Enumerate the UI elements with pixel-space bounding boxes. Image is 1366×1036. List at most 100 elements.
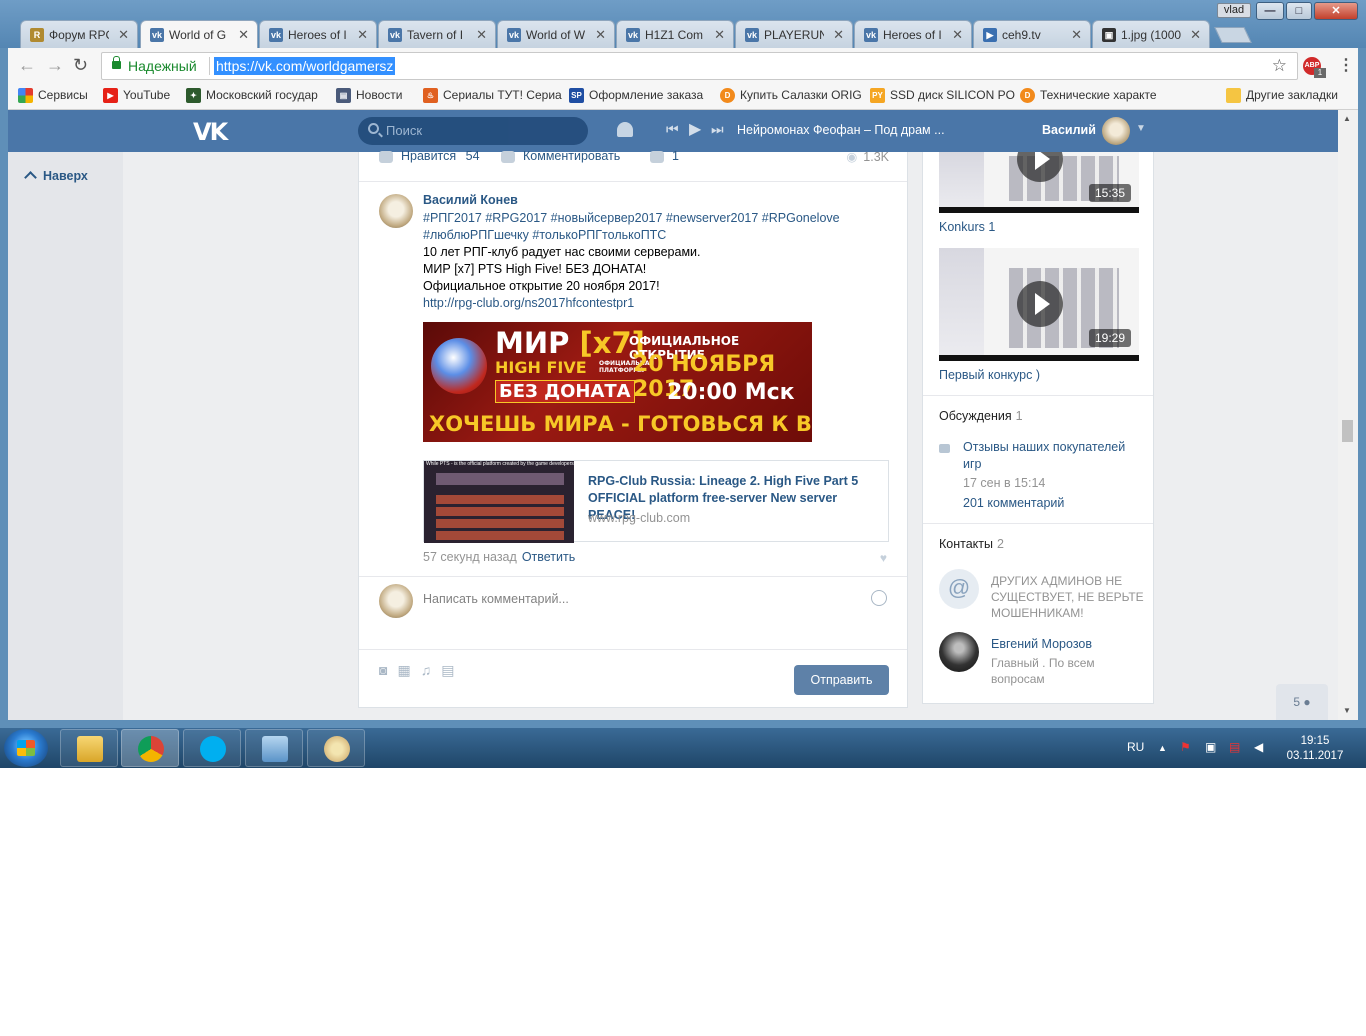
url-text[interactable]: https://vk.com/worldgamersz	[214, 57, 396, 75]
bookmark-6[interactable]: D Купить Салазки ORIG	[720, 88, 862, 103]
discussion-comments[interactable]: 201 комментарий	[963, 496, 1064, 510]
avatar[interactable]	[1102, 117, 1130, 145]
now-playing[interactable]: Нейромонах Феофан – Под драм ...	[737, 123, 945, 137]
profile-badge[interactable]: vlad	[1217, 3, 1251, 18]
link-preview-card[interactable]: While PTS - is the official platform cre…	[423, 460, 889, 543]
close-icon[interactable]: ✕	[238, 27, 249, 43]
smile-icon[interactable]	[871, 590, 887, 606]
tab-3[interactable]: vk Tavern of I ✕	[378, 20, 496, 48]
share-button[interactable]: 1	[650, 149, 679, 163]
avatar[interactable]	[939, 632, 979, 672]
tab-2[interactable]: vk Heroes of I ✕	[259, 20, 377, 48]
comment-input[interactable]: Написать комментарий...	[423, 592, 569, 606]
send-button[interactable]: Отправить	[794, 665, 889, 695]
maximize-button[interactable]: □	[1286, 2, 1312, 20]
video-thumbnail[interactable]: 19:29	[939, 248, 1139, 361]
bookmark-1[interactable]: ▶ YouTube	[103, 88, 170, 103]
forward-icon[interactable]: →	[46, 55, 64, 76]
tab-8[interactable]: ▶ ceh9.tv ✕	[973, 20, 1091, 48]
chevron-down-icon[interactable]: ▼	[1136, 123, 1146, 134]
network-icon[interactable]: ▤	[1229, 740, 1240, 754]
previous-icon[interactable]: ⏮	[666, 121, 679, 138]
promo-banner-image[interactable]: МИР [x7] HIGH FIVE ОФИЦИАЛЬНАЯ ПЛАТФОРМА…	[423, 322, 812, 442]
close-button[interactable]: ✕	[1314, 2, 1358, 20]
video-icon[interactable]: ▦	[397, 662, 420, 678]
tab-0[interactable]: R Форум RPG- ✕	[20, 20, 138, 48]
close-icon[interactable]: ✕	[952, 27, 963, 43]
like-button[interactable]: Нравится 54	[379, 149, 480, 163]
tab-7[interactable]: vk Heroes of I ✕	[854, 20, 972, 48]
scroll-up-icon[interactable]: ▲	[1343, 114, 1351, 123]
bookmark-3[interactable]: ▤ Новости	[336, 88, 402, 103]
tab-6[interactable]: vk PLAYERUN ✕	[735, 20, 853, 48]
video-thumbnail[interactable]: 15:35	[939, 152, 1139, 213]
close-icon[interactable]: ✕	[833, 27, 844, 43]
search-input[interactable]: Поиск	[358, 117, 588, 145]
bookmark-2[interactable]: ✦ Московский государ	[186, 88, 318, 103]
tab-5[interactable]: vk H1Z1 Com ✕	[616, 20, 734, 48]
video-title[interactable]: Konkurs 1	[939, 220, 995, 234]
comment-time[interactable]: 57 секунд назад	[423, 550, 517, 564]
avatar	[379, 584, 413, 618]
explorer-button[interactable]	[60, 729, 118, 767]
volume-icon[interactable]: ◀	[1254, 740, 1263, 754]
bookmark-0[interactable]: Сервисы	[18, 88, 88, 103]
post-link[interactable]: http://rpg-club.org/ns2017hfcontestpr1	[423, 295, 883, 312]
bell-icon[interactable]	[617, 122, 633, 137]
skype-button[interactable]	[183, 729, 241, 767]
reply-button[interactable]: Ответить	[522, 550, 575, 564]
close-icon[interactable]: ✕	[357, 27, 368, 43]
user-name[interactable]: Василий	[1042, 123, 1096, 137]
close-icon[interactable]: ✕	[595, 27, 606, 43]
document-icon[interactable]: ▤	[441, 662, 464, 678]
close-icon[interactable]: ✕	[1190, 27, 1201, 43]
camera-icon[interactable]: ◙	[379, 662, 397, 678]
scroll-down-icon[interactable]: ▼	[1343, 706, 1351, 715]
bookmark-7[interactable]: PY SSD диск SILICON PO	[870, 88, 1015, 103]
tab-4[interactable]: vk World of W ✕	[497, 20, 615, 48]
online-friends-button[interactable]: 5 ●	[1276, 684, 1328, 720]
tab-9[interactable]: ▣ 1.jpg (1000 ✕	[1092, 20, 1210, 48]
bookmark-star-icon[interactable]: ☆	[1272, 56, 1287, 76]
close-icon[interactable]: ✕	[118, 27, 129, 43]
start-button[interactable]	[4, 729, 48, 767]
reload-icon[interactable]: ↻	[73, 55, 88, 76]
back-icon[interactable]: ←	[18, 55, 36, 76]
discussion-title[interactable]: Отзывы наших покупателей игр	[963, 439, 1138, 473]
play-icon[interactable]: ▶	[689, 119, 701, 139]
paint-button[interactable]	[307, 729, 365, 767]
vk-logo[interactable]: VK	[193, 118, 228, 146]
music-icon[interactable]: ♫	[421, 662, 442, 678]
address-bar[interactable]: Надежный https://vk.com/worldgamersz ☆	[101, 52, 1298, 80]
comment-button[interactable]: Комментировать	[501, 149, 620, 163]
minimize-button[interactable]: —	[1256, 2, 1284, 20]
discussions-header[interactable]: Обсуждения 1	[939, 409, 1023, 423]
next-icon[interactable]: ⏭	[711, 121, 724, 138]
bookmark-4[interactable]: ♨ Сериалы ТУТ! Сериа	[423, 88, 562, 103]
scrollbar-thumb[interactable]	[1342, 420, 1353, 442]
chrome-button[interactable]	[121, 729, 179, 767]
comment-author[interactable]: Василий Конев	[423, 193, 518, 207]
menu-icon[interactable]: ⋮	[1338, 55, 1354, 75]
device-icon[interactable]: ▣	[1205, 740, 1216, 754]
scroll-up-button[interactable]: Наверх	[24, 169, 88, 184]
avatar[interactable]	[379, 194, 413, 228]
bookmark-9[interactable]: Другие закладки	[1226, 88, 1338, 103]
chevron-up-icon[interactable]: ▲	[1158, 743, 1167, 753]
clock[interactable]: 19:15 03.11.2017	[1284, 734, 1346, 764]
scrollbar[interactable]: ▲ ▼	[1338, 110, 1358, 720]
contact-name[interactable]: Евгений Морозов	[991, 637, 1092, 651]
bookmark-5[interactable]: SP Оформление заказа	[569, 88, 703, 103]
video-title[interactable]: Первый конкурс )	[939, 368, 1040, 382]
contacts-header[interactable]: Контакты 2	[939, 537, 1004, 551]
close-icon[interactable]: ✕	[1071, 27, 1082, 43]
tab-1[interactable]: vk World of G ✕	[140, 20, 258, 48]
flag-icon[interactable]: ⚑	[1180, 740, 1191, 754]
hashtags[interactable]: #РПГ2017 #RPG2017 #новыйсервер2017 #news…	[423, 210, 883, 244]
notepad-button[interactable]	[245, 729, 303, 767]
close-icon[interactable]: ✕	[714, 27, 725, 43]
heart-icon[interactable]: ♥	[880, 551, 887, 565]
bookmark-8[interactable]: D Технические характе	[1020, 88, 1157, 103]
language-indicator[interactable]: RU	[1127, 740, 1144, 754]
close-icon[interactable]: ✕	[476, 27, 487, 43]
